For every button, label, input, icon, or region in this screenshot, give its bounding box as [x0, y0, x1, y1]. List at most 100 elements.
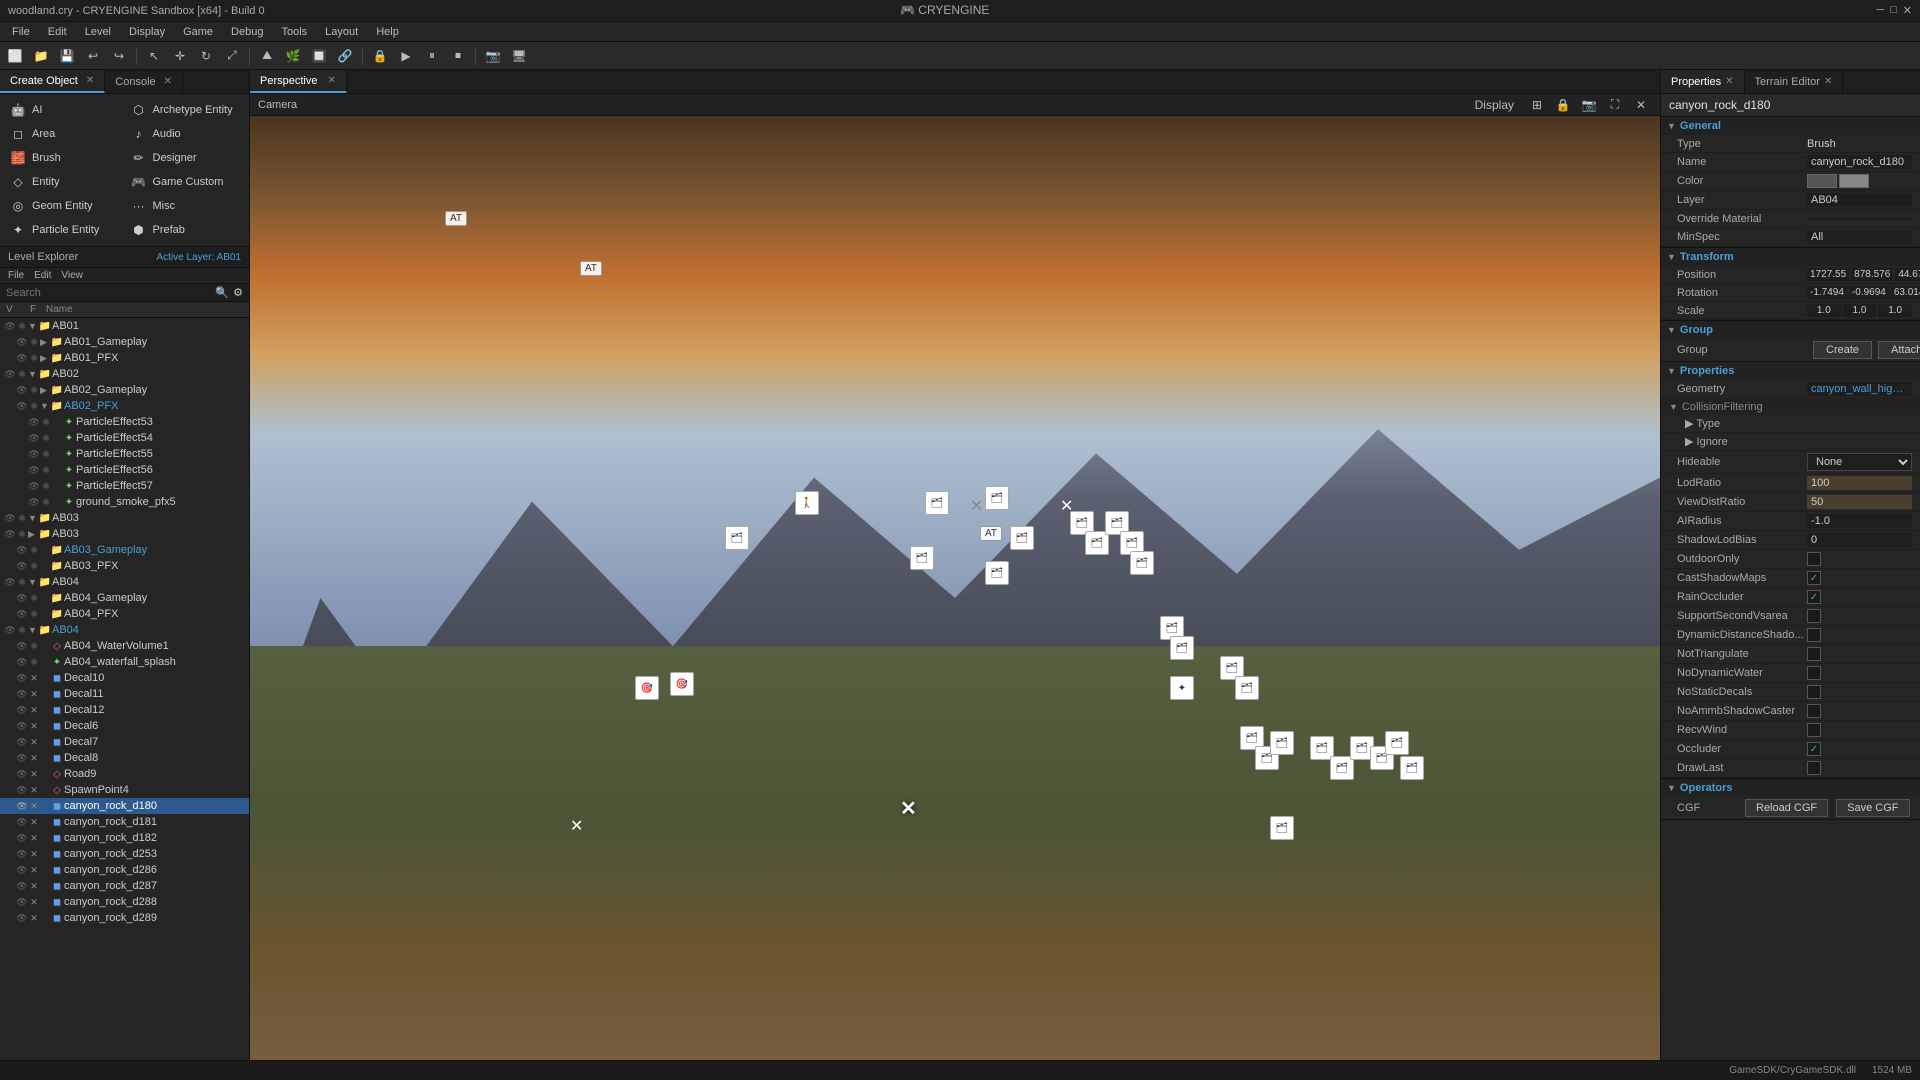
toolbar-redo[interactable]: ↪: [108, 45, 130, 67]
prop-minspec-value[interactable]: All: [1807, 230, 1912, 244]
scale-x[interactable]: 1.0: [1807, 304, 1841, 317]
prop-viewdistratio-value[interactable]: 50: [1807, 495, 1912, 509]
prop-shadowlodbias-value[interactable]: 0: [1807, 533, 1912, 547]
tree-item-canyon_rock_d253[interactable]: 👁 ✕ ◼ canyon_rock_d253: [0, 846, 249, 862]
castshadowmaps-checkbox[interactable]: [1807, 571, 1821, 585]
create-item-entity[interactable]: ◇ Entity: [4, 170, 125, 194]
create-item-ai[interactable]: 🤖 AI: [4, 98, 125, 122]
prop-airadius-value[interactable]: -1.0: [1807, 514, 1912, 528]
toolbar-link[interactable]: 🔗: [334, 45, 356, 67]
pos-x[interactable]: 1727.55: [1807, 268, 1849, 281]
tree-item-AB04_Gameplay[interactable]: 👁 ❄ 📁 AB04_Gameplay: [0, 590, 249, 606]
collision-filtering-header[interactable]: ▼ CollisionFiltering: [1661, 399, 1920, 415]
attach-group-btn[interactable]: Attach: [1878, 341, 1920, 359]
outdooronly-checkbox[interactable]: [1807, 552, 1821, 566]
tree-item-canyon_rock_d288[interactable]: 👁 ✕ ◼ canyon_rock_d288: [0, 894, 249, 910]
tree-item-AB02[interactable]: 👁 ❄ ▼ 📁 AB02: [0, 366, 249, 382]
tree-item-Decal11[interactable]: 👁 ✕ ◼ Decal11: [0, 686, 249, 702]
vp-grid-btn[interactable]: ⊞: [1526, 94, 1548, 116]
toolbar-open[interactable]: 📁: [30, 45, 52, 67]
tree-item-AB03_PFX[interactable]: 👁 ❄ 📁 AB03_PFX: [0, 558, 249, 574]
nottriangulate-checkbox[interactable]: [1807, 647, 1821, 661]
tab-create-close[interactable]: ✕: [86, 75, 94, 86]
menu-tools[interactable]: Tools: [273, 24, 315, 40]
scale-y[interactable]: 1.0: [1843, 304, 1877, 317]
toolbar-grass[interactable]: 🌿: [282, 45, 304, 67]
section-general-header[interactable]: ▼ General: [1661, 117, 1920, 135]
display-btn[interactable]: Display: [1467, 94, 1522, 116]
tree-item-AB03b[interactable]: 👁 ❄ ▶ 📁 AB03: [0, 526, 249, 542]
toolbar-camera[interactable]: 📷: [482, 45, 504, 67]
prop-color-value[interactable]: [1807, 174, 1869, 188]
toolbar-render[interactable]: 🖥: [508, 45, 530, 67]
maximize-btn[interactable]: □: [1890, 4, 1897, 17]
color-swatch-right[interactable]: [1839, 174, 1869, 188]
prop-lodratio-value[interactable]: 100: [1807, 476, 1912, 490]
create-item-misc[interactable]: ··· Misc: [125, 194, 246, 218]
tree-item-SpawnPoint4[interactable]: 👁 ✕ ◇ SpawnPoint4: [0, 782, 249, 798]
tree-item-AB03[interactable]: 👁 ❄ ▼ 📁 AB03: [0, 510, 249, 526]
toolbar-move[interactable]: ✛: [169, 45, 191, 67]
toolbar-scale[interactable]: ⤢: [221, 45, 243, 67]
tab-create-object[interactable]: Create Object ✕: [0, 70, 105, 93]
toolbar-pause[interactable]: ⏸: [421, 45, 443, 67]
menu-game[interactable]: Game: [175, 24, 221, 40]
toolbar-lock[interactable]: 🔒: [369, 45, 391, 67]
tree-item-Decal12[interactable]: 👁 ✕ ◼ Decal12: [0, 702, 249, 718]
create-item-geomentity[interactable]: ◎ Geom Entity: [4, 194, 125, 218]
tree-item-waterfall[interactable]: 👁 ❄ ✦ AB04_waterfall_splash: [0, 654, 249, 670]
supportsecond-checkbox[interactable]: [1807, 609, 1821, 623]
expand-arrow[interactable]: ▶: [40, 337, 50, 348]
section-group-header[interactable]: ▼ Group: [1661, 321, 1920, 339]
tab-terrain-editor[interactable]: Terrain Editor ✕: [1745, 70, 1844, 93]
color-swatch-left[interactable]: [1807, 174, 1837, 188]
section-properties-header[interactable]: ▼ Properties: [1661, 362, 1920, 380]
prop-name-value[interactable]: canyon_rock_d180: [1807, 155, 1912, 169]
tab-console[interactable]: Console ✕: [105, 70, 183, 93]
expand-arrow[interactable]: ▼: [28, 577, 38, 587]
expand-arrow[interactable]: ▼: [28, 321, 38, 331]
create-item-archetype[interactable]: ⬡ Archetype Entity: [125, 98, 246, 122]
create-item-prefab[interactable]: ⬢ Prefab: [125, 218, 246, 242]
viewport-tab[interactable]: Perspective ✕: [250, 70, 347, 93]
toolbar-terrain[interactable]: ⛰: [256, 45, 278, 67]
close-btn[interactable]: ✕: [1903, 4, 1912, 17]
tree-item-ParticleEffect53[interactable]: 👁 ❄ ✦ ParticleEffect53: [0, 414, 249, 430]
tree-item-canyon_rock_d181[interactable]: 👁 ✕ ◼ canyon_rock_d181: [0, 814, 249, 830]
viewport-canvas[interactable]: AT AT 🚶 🎯 🎯 🗂 🗂 🗂 🗂 🗂 🗂 AT 🗂 🗂 🗂 🗂 🗂 🗂 🗂: [250, 116, 1660, 1080]
tree-item-Road9[interactable]: 👁 ✕ ◇ Road9: [0, 766, 249, 782]
create-group-btn[interactable]: Create: [1813, 341, 1872, 359]
expand-arrow[interactable]: ▶: [28, 529, 38, 540]
menu-edit[interactable]: Edit: [34, 270, 51, 281]
pos-y[interactable]: 878.576: [1851, 268, 1893, 281]
menu-file[interactable]: File: [8, 270, 24, 281]
search-input[interactable]: [6, 287, 211, 299]
toolbar-stop[interactable]: ⏹: [447, 45, 469, 67]
pos-z[interactable]: 44.6759: [1895, 268, 1920, 281]
create-item-particle[interactable]: ✦ Particle Entity: [4, 218, 125, 242]
occluder-checkbox[interactable]: [1807, 742, 1821, 756]
tree-item-Decal7[interactable]: 👁 ✕ ◼ Decal7: [0, 734, 249, 750]
expand-arrow[interactable]: ▼: [28, 369, 38, 379]
expand-arrow[interactable]: ▼: [40, 401, 50, 411]
menu-display[interactable]: Display: [121, 24, 173, 40]
nodynamicwater-checkbox[interactable]: [1807, 666, 1821, 680]
toolbar-snap[interactable]: 🔲: [308, 45, 330, 67]
toolbar-undo[interactable]: ↩: [82, 45, 104, 67]
create-item-gamecustom[interactable]: 🎮 Game Custom: [125, 170, 246, 194]
tab-properties[interactable]: Properties ✕: [1661, 70, 1745, 93]
tree-item-Decal6[interactable]: 👁 ✕ ◼ Decal6: [0, 718, 249, 734]
prop-layer-value[interactable]: AB04: [1807, 193, 1912, 207]
menu-file[interactable]: File: [4, 24, 38, 40]
tree-item-AB04b[interactable]: 👁 ❄ ▼ 📁 AB04: [0, 622, 249, 638]
tree-item-ground_smoke[interactable]: 👁 ❄ ✦ ground_smoke_pfx5: [0, 494, 249, 510]
create-item-brush[interactable]: 🧱 Brush: [4, 146, 125, 170]
search-settings-icon[interactable]: ⚙: [233, 286, 243, 299]
tree-item-AB01[interactable]: 👁 ❄ ▼ 📁 AB01: [0, 318, 249, 334]
nostaticdecals-checkbox[interactable]: [1807, 685, 1821, 699]
tree-item-Decal10[interactable]: 👁 ✕ ◼ Decal10: [0, 670, 249, 686]
prop-hideable-select[interactable]: None: [1807, 453, 1912, 471]
expand-arrow[interactable]: ▼: [28, 625, 38, 635]
expand-arrow[interactable]: ▶: [40, 385, 50, 396]
terrain-tab-close[interactable]: ✕: [1824, 76, 1832, 87]
